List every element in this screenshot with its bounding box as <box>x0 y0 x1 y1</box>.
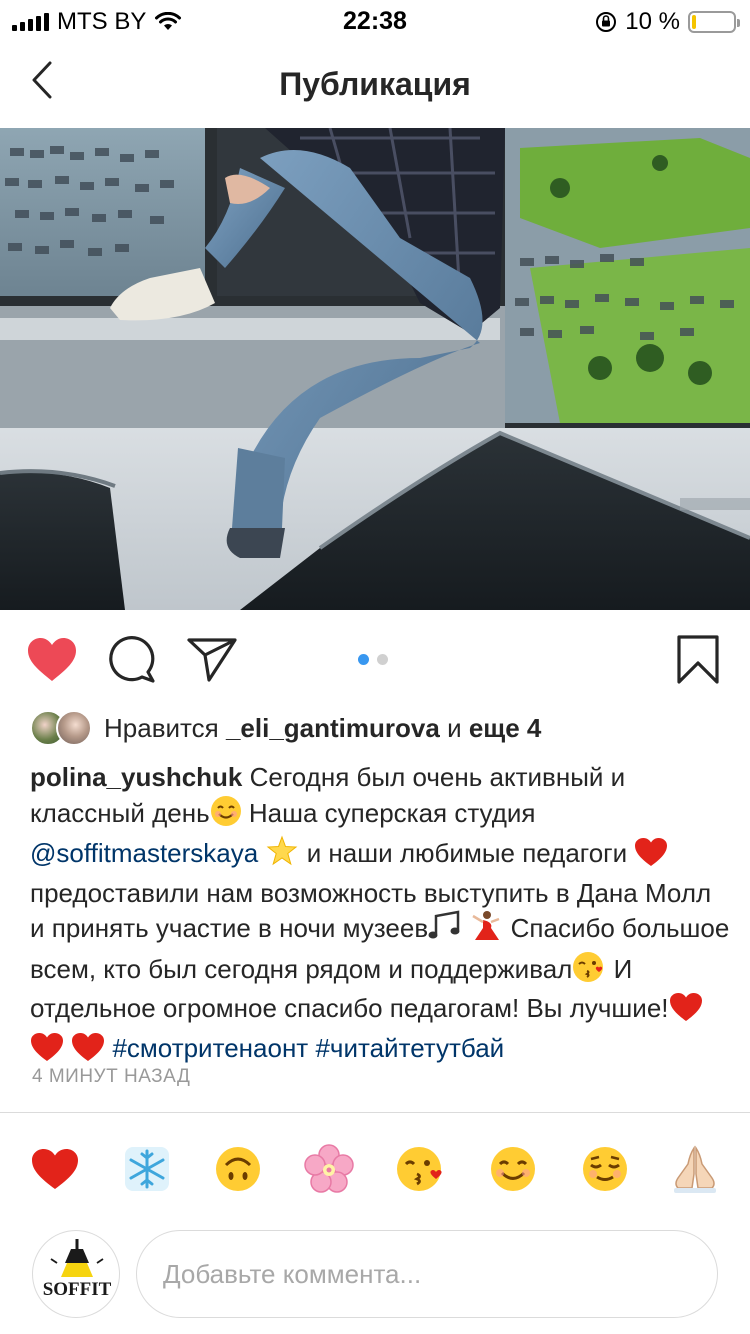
like-button[interactable] <box>26 634 78 686</box>
carousel-indicator <box>358 654 388 665</box>
lamp-logo-icon <box>50 1239 104 1277</box>
avatar-logo-text: SOFFIT <box>42 1279 112 1300</box>
likes-others-link[interactable]: еще 4 <box>469 713 542 744</box>
heart-filled-icon <box>28 638 76 681</box>
status-right: 10 % <box>595 8 740 36</box>
red-heart-icon <box>30 1032 64 1071</box>
folded-hands-icon <box>674 1145 716 1193</box>
relieved-face-icon <box>583 1147 627 1191</box>
caption-text: и наши любимые педагоги <box>306 838 628 868</box>
divider <box>0 1112 750 1113</box>
reaction-red-heart-button[interactable] <box>30 1144 80 1194</box>
nav-bar: Публикация <box>0 40 750 128</box>
caption-text: Наша суперская студия <box>248 797 536 828</box>
caption-hashtag-link[interactable]: #читайтетутбай <box>315 1033 504 1063</box>
likes-line[interactable]: Нравится _eli_gantimurova и еще 4 <box>30 706 541 750</box>
face-blowing-kiss-icon <box>572 951 606 992</box>
cherry-blossom-icon <box>304 1144 354 1193</box>
musical-notes-icon <box>428 910 462 951</box>
orientation-lock-icon <box>596 12 617 32</box>
battery-fill <box>692 15 696 29</box>
face-blowing-kiss-icon <box>397 1147 442 1191</box>
red-heart-icon <box>32 1149 78 1189</box>
red-heart-icon <box>634 837 668 876</box>
post-caption: polina_yushchuk Сегодня был очень активн… <box>30 760 730 1070</box>
comment-input[interactable] <box>136 1230 718 1318</box>
upside-down-face-icon <box>216 1147 260 1191</box>
snowflake-icon <box>125 1147 169 1191</box>
battery-icon <box>688 11 740 33</box>
reaction-relieved-face-button[interactable] <box>580 1144 630 1194</box>
post-photo[interactable] <box>0 128 750 610</box>
likes-connector: и <box>447 712 462 743</box>
reaction-folded-hands-button[interactable] <box>670 1144 720 1194</box>
status-bar: MTS BY 22:38 10 % <box>0 0 750 40</box>
reaction-cherry-blossom-button[interactable] <box>304 1144 354 1194</box>
share-button[interactable] <box>186 634 238 686</box>
glowing-star-icon <box>265 835 299 876</box>
smiling-face-icon <box>491 1147 535 1191</box>
dancer-icon <box>469 910 503 951</box>
likes-prefix: Нравится <box>104 712 219 743</box>
reaction-snowflake-button[interactable] <box>122 1144 172 1194</box>
post-timestamp: 4 МИНУТ НАЗАД <box>32 1066 191 1087</box>
post-photo-image <box>0 128 750 610</box>
paper-plane-icon <box>187 638 237 682</box>
caption-username[interactable]: polina_yushchuk <box>30 762 242 792</box>
comment-bubble-icon <box>109 636 155 683</box>
carousel-dot <box>358 654 369 665</box>
liker-avatars <box>30 710 94 746</box>
comment-row: SOFFIT <box>0 1228 750 1324</box>
smiling-face-icon <box>210 795 242 836</box>
carousel-dot <box>377 654 388 665</box>
battery-percent: 10 % <box>625 8 680 35</box>
save-button[interactable] <box>672 634 724 686</box>
likes-user-link[interactable]: _eli_gantimurova <box>226 713 440 744</box>
post-actions <box>0 610 750 706</box>
reaction-face-blowing-kiss-button[interactable] <box>396 1144 446 1194</box>
red-heart-icon <box>71 1032 105 1071</box>
red-heart-icon <box>669 992 703 1031</box>
page-title: Публикация <box>279 66 471 102</box>
caption-hashtag-link[interactable]: #смотритенаонт <box>112 1033 308 1063</box>
reaction-smiling-face-button[interactable] <box>488 1144 538 1194</box>
reaction-upside-down-face-button[interactable] <box>213 1144 263 1194</box>
bookmark-icon <box>677 635 719 684</box>
quick-reaction-bar <box>0 1136 750 1202</box>
comment-button[interactable] <box>106 634 158 686</box>
liker-avatar <box>56 710 92 746</box>
caption-mention-link[interactable]: @soffitmasterskaya <box>30 838 258 868</box>
current-user-avatar: SOFFIT <box>32 1230 120 1318</box>
